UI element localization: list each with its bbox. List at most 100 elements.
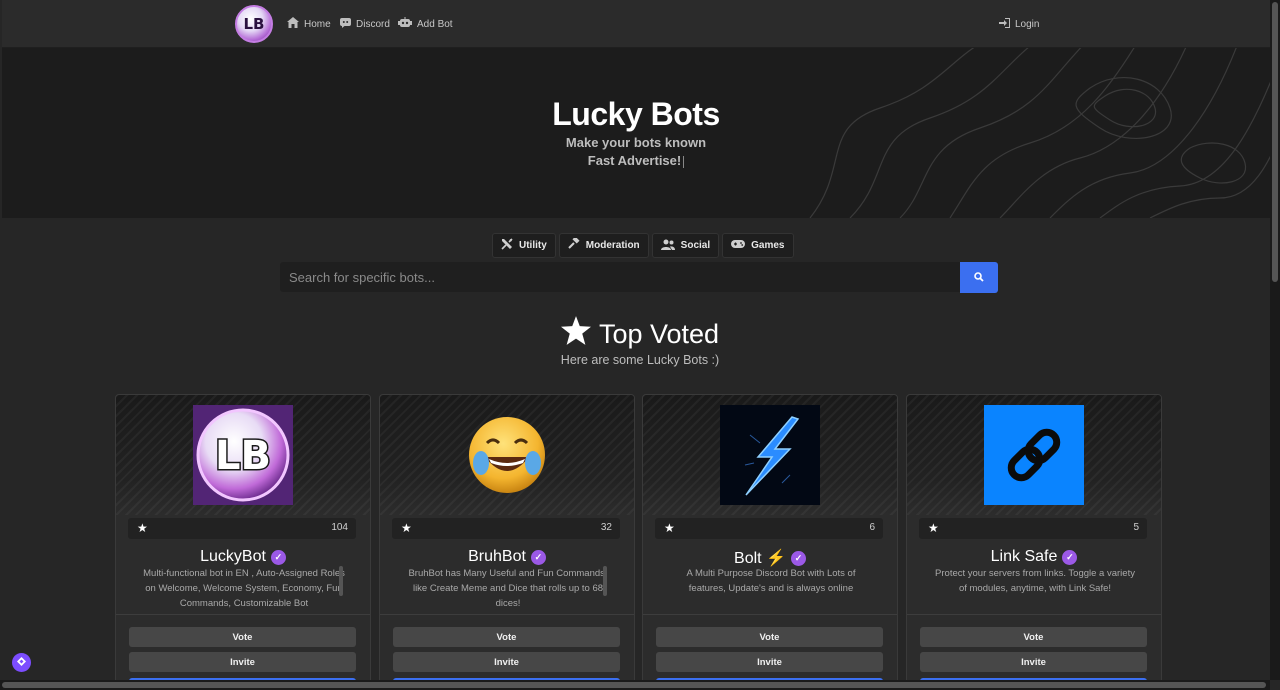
card-divider [116, 614, 370, 615]
verified-badge-icon: ✓ [270, 549, 286, 565]
nav-add-bot[interactable]: Add Bot [398, 16, 453, 32]
bot-name[interactable]: Link Safe [991, 548, 1058, 566]
search-button[interactable] [960, 262, 998, 293]
bot-card: ★ 6 Bolt ⚡ ✓ A Multi Purpose Discord Bot… [642, 394, 898, 690]
hero-tagline: Make your bots known [565, 135, 707, 150]
star-icon: ★ [401, 521, 412, 535]
bot-name-row: Link Safe ✓ [907, 548, 1161, 566]
bot-description: A Multi Purpose Discord Bot with Lots of… [686, 568, 856, 594]
invite-button[interactable]: Invite [129, 652, 356, 672]
hero-banner: Lucky Bots Make your bots known Fast Adv… [2, 48, 1270, 218]
invite-button[interactable]: Invite [920, 652, 1147, 672]
sign-in-icon [999, 17, 1010, 31]
scrollbar-thumb[interactable] [2, 682, 1266, 688]
invite-button[interactable]: Invite [656, 652, 883, 672]
category-filters: Utility Moderation Social Games [492, 233, 794, 258]
nav-home[interactable]: Home [287, 16, 331, 32]
category-moderation[interactable]: Moderation [558, 233, 649, 258]
category-games-label: Games [751, 240, 785, 251]
vote-button[interactable]: Vote [393, 627, 620, 647]
star-icon: ★ [137, 521, 148, 535]
description-scrollbar[interactable] [339, 566, 343, 596]
star-icon: ★ [664, 521, 675, 535]
diamond-icon [17, 656, 26, 669]
star-icon: ★ [928, 521, 939, 535]
vote-count-bar: ★ 104 [128, 518, 356, 539]
bot-name[interactable]: BruhBot [468, 548, 526, 566]
category-utility[interactable]: Utility [492, 233, 556, 258]
card-divider [643, 614, 897, 615]
scrollbar-thumb[interactable] [1272, 2, 1278, 282]
laughing-emoji-icon [469, 417, 545, 493]
bot-name[interactable]: Bolt ⚡ [734, 548, 786, 568]
vote-count: 6 [869, 522, 875, 533]
verified-badge-icon: ✓ [530, 549, 546, 565]
invite-button[interactable]: Invite [393, 652, 620, 672]
search-input[interactable] [280, 262, 960, 292]
page-horizontal-scrollbar[interactable] [0, 680, 1270, 690]
vote-button[interactable]: Vote [656, 627, 883, 647]
home-icon [287, 17, 299, 31]
bot-card: ★ 32 BruhBot ✓ BruhBot has Many Useful a… [379, 394, 635, 690]
section-title: Top Voted [0, 316, 1280, 352]
page-vertical-scrollbar[interactable] [1270, 0, 1280, 680]
bot-name[interactable]: LuckyBot [200, 548, 266, 566]
description-scrollbar[interactable] [603, 566, 607, 596]
nav-home-label: Home [304, 18, 331, 30]
topographic-pattern [809, 48, 1270, 218]
bot-description: Protect your servers from links. Toggle … [935, 568, 1135, 594]
gamepad-icon [731, 239, 746, 252]
bot-avatar[interactable]: LB [193, 405, 293, 505]
hammer-icon [568, 236, 580, 253]
category-moderation-label: Moderation [585, 240, 640, 251]
vote-count: 104 [331, 522, 348, 533]
login-label: Login [1015, 18, 1040, 30]
bot-description: Multi-functional bot in EN , Auto-Assign… [143, 568, 345, 609]
category-utility-label: Utility [519, 240, 547, 251]
category-social[interactable]: Social [651, 233, 720, 258]
hero-typing-text: Fast Advertise! [2, 153, 1270, 168]
vote-count: 5 [1133, 522, 1139, 533]
bot-card: ★ 5 Link Safe ✓ Protect your servers fro… [906, 394, 1162, 690]
robot-icon [398, 17, 412, 31]
bot-description: BruhBot has Many Useful and Fun Commands… [408, 568, 608, 609]
typing-caret [683, 155, 685, 168]
navbar: LB Home Discord Add Bot Login [2, 0, 1270, 48]
logo-text: LB [243, 15, 265, 33]
lightning-bolt-icon [720, 405, 820, 505]
bot-name-row: Bolt ⚡ ✓ [643, 548, 897, 568]
svg-text:LB: LB [215, 433, 271, 479]
nav-discord[interactable]: Discord [340, 16, 390, 32]
nav-discord-label: Discord [356, 18, 390, 30]
category-games[interactable]: Games [722, 233, 794, 258]
discord-icon [340, 17, 351, 31]
vote-button[interactable]: Vote [920, 627, 1147, 647]
hero-title: Lucky Bots [552, 96, 720, 132]
floating-widget-button[interactable] [12, 653, 31, 672]
star-icon [560, 316, 591, 352]
bot-avatar[interactable] [984, 405, 1084, 505]
nav-add-bot-label: Add Bot [417, 18, 453, 30]
section-title-text: Top Voted [598, 318, 720, 349]
login-link[interactable]: Login [999, 16, 1039, 32]
bot-name-row: BruhBot ✓ [380, 548, 634, 566]
search-icon [974, 269, 984, 287]
category-social-label: Social [680, 240, 711, 251]
card-divider [907, 614, 1161, 615]
verified-badge-icon: ✓ [790, 550, 806, 566]
bot-card: LB ★ 104 LuckyBot ✓ Multi-functional bot… [115, 394, 371, 690]
card-divider [380, 614, 634, 615]
verified-badge-icon: ✓ [1062, 549, 1078, 565]
chain-link-icon [984, 405, 1084, 505]
site-logo[interactable]: LB [235, 5, 273, 43]
bot-avatar[interactable] [457, 405, 557, 505]
vote-count-bar: ★ 5 [919, 518, 1147, 539]
tools-icon [501, 238, 513, 253]
bot-avatar[interactable] [720, 405, 820, 505]
users-icon [660, 239, 675, 253]
vote-count: 32 [600, 522, 612, 533]
section-subtitle: Here are some Lucky Bots :) [560, 353, 720, 367]
vote-button[interactable]: Vote [129, 627, 356, 647]
bot-name-row: LuckyBot ✓ [116, 548, 370, 566]
vote-count-bar: ★ 32 [392, 518, 620, 539]
